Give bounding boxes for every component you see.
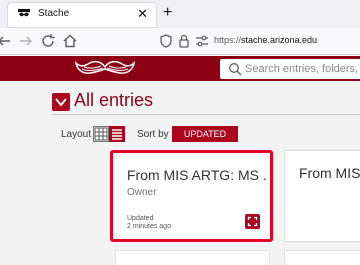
grid-view-toggle[interactable] [93, 126, 109, 142]
sort-updated-button[interactable]: UPDATED [172, 126, 238, 142]
shield-icon[interactable] [158, 33, 174, 49]
new-tab-button[interactable]: + [163, 5, 172, 21]
card-title[interactable]: From MIS A [299, 165, 360, 181]
tab-title: Stache [38, 8, 70, 19]
reload-icon[interactable] [40, 33, 56, 49]
entry-card[interactable] [284, 250, 360, 265]
list-icon [112, 129, 122, 140]
chevron-down-icon [55, 98, 67, 107]
page-title: All entries [74, 90, 154, 110]
permissions-icon[interactable] [194, 33, 210, 49]
search-icon [228, 62, 242, 76]
app-header: Search entries, folders, a [0, 56, 360, 81]
card-owner: Owner [127, 187, 157, 198]
search-box[interactable]: Search entries, folders, a [220, 59, 360, 79]
stache-logo-icon[interactable] [74, 58, 136, 79]
layout-label: Layout [61, 129, 92, 140]
entry-card[interactable]: From MIS ARTG: MS ... Owner Updated 2 mi… [110, 150, 273, 242]
back-arrow-icon[interactable] [0, 33, 12, 49]
stache-favicon-icon [18, 9, 30, 21]
entry-card[interactable]: From MIS A [284, 150, 360, 242]
expand-button[interactable] [245, 214, 260, 229]
browser-tab[interactable]: Stache ✕ [8, 3, 156, 27]
card-updated-value: 2 minutes ago [127, 223, 171, 230]
url-scheme: https:// [214, 35, 242, 45]
lock-icon[interactable] [176, 33, 192, 49]
search-placeholder: Search entries, folders, a [245, 63, 360, 75]
entry-card[interactable] [115, 250, 270, 265]
url-bar[interactable]: https://stache.arizona.edu [214, 35, 317, 45]
forward-arrow-icon[interactable] [18, 33, 34, 49]
card-updated: Updated 2 minutes ago [127, 215, 171, 231]
collapse-chevron-button[interactable] [52, 93, 70, 111]
expand-icon [247, 216, 258, 227]
card-updated-label: Updated [127, 215, 154, 222]
grid-icon [94, 127, 108, 141]
list-view-toggle[interactable] [109, 126, 125, 142]
card-title[interactable]: From MIS ARTG: MS ... [127, 167, 267, 183]
browser-navbar: https://stache.arizona.edu [0, 28, 360, 55]
tab-close-icon[interactable]: ✕ [137, 6, 148, 22]
sortby-label: Sort by [137, 129, 169, 140]
home-icon[interactable] [62, 33, 78, 49]
title-divider [52, 114, 360, 115]
url-host: stache.arizona.edu [241, 35, 318, 45]
browser-tabstrip: Stache ✕ + [0, 0, 360, 28]
